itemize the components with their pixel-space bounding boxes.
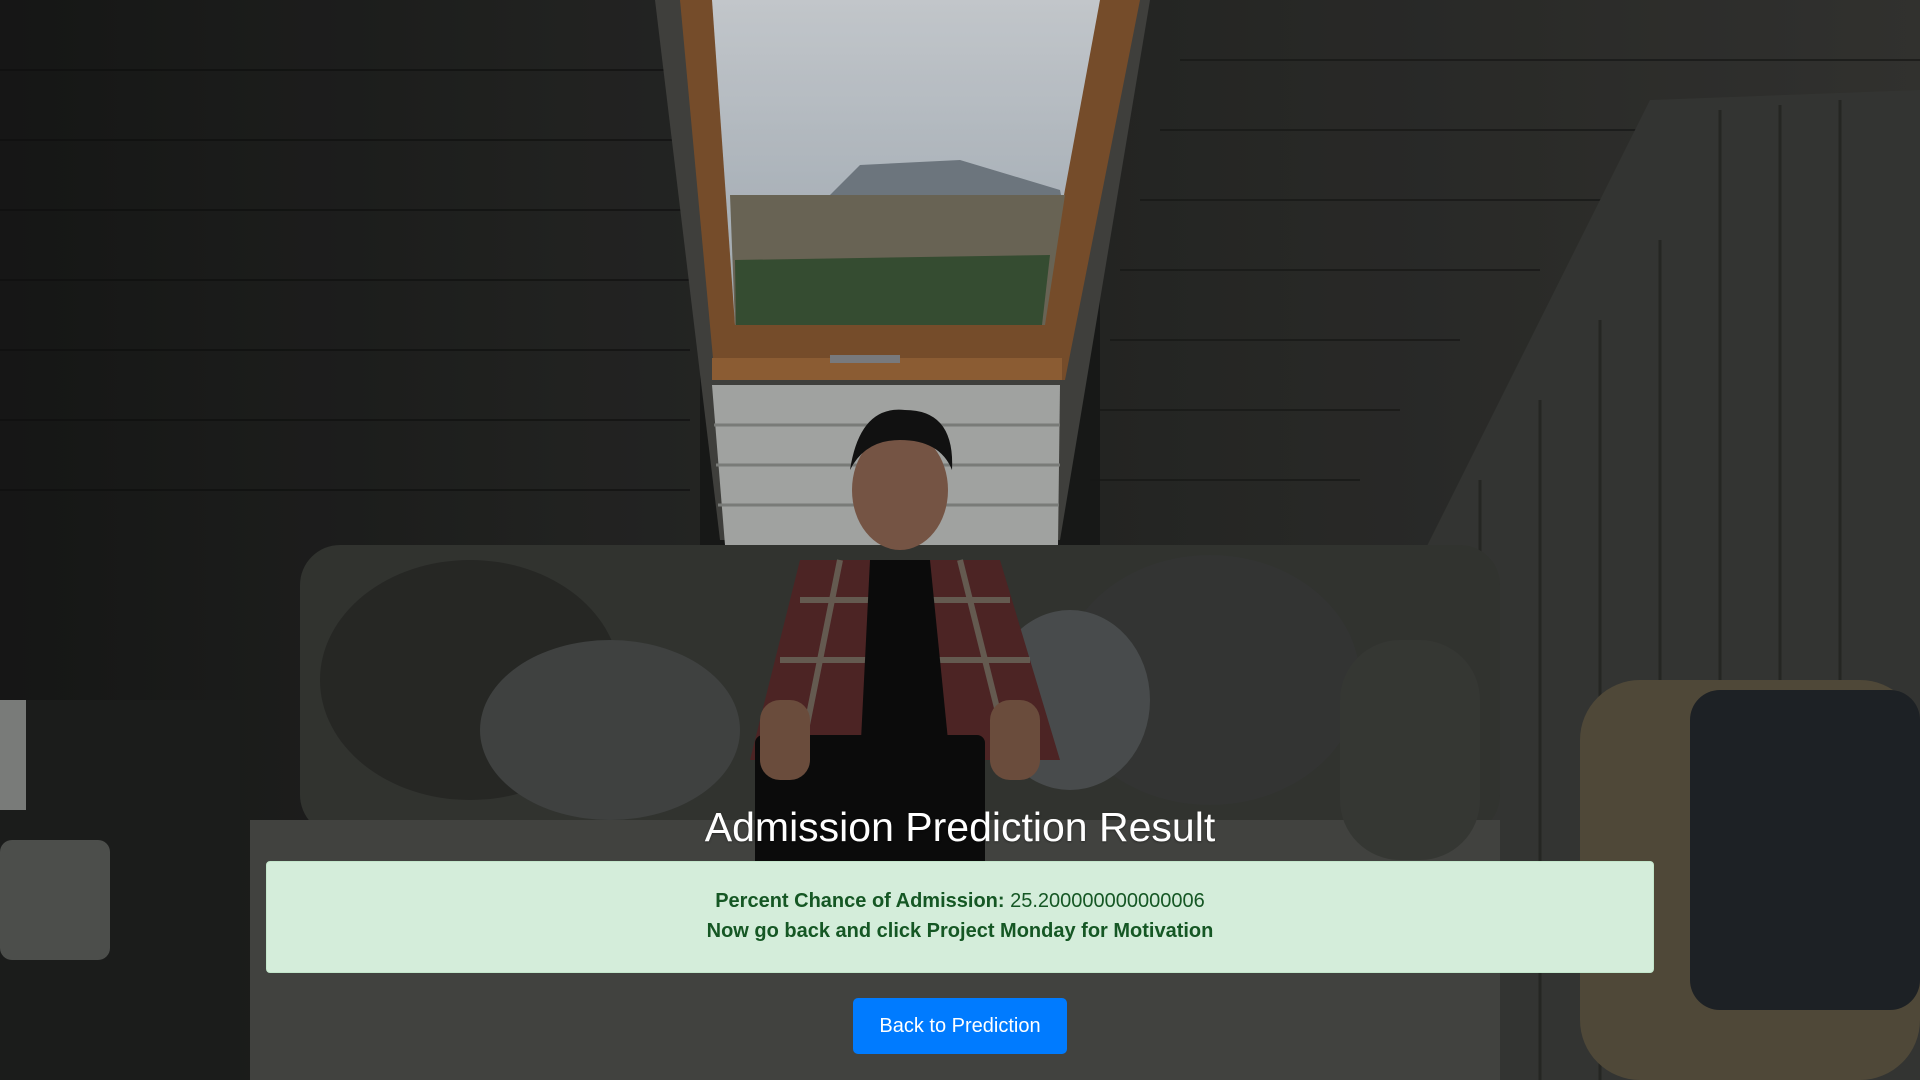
back-to-prediction-button[interactable]: Back to Prediction (853, 998, 1067, 1054)
result-alert: Percent Chance of Admission: 25.20000000… (266, 861, 1654, 973)
result-label: Percent Chance of Admission: (715, 890, 1005, 912)
motivation-message: Now go back and click Project Monday for… (706, 920, 1214, 942)
page-title: Admission Prediction Result (704, 804, 1216, 850)
result-value: 25.200000000000006 (1010, 890, 1205, 912)
result-line: Percent Chance of Admission: 25.20000000… (267, 886, 1653, 916)
